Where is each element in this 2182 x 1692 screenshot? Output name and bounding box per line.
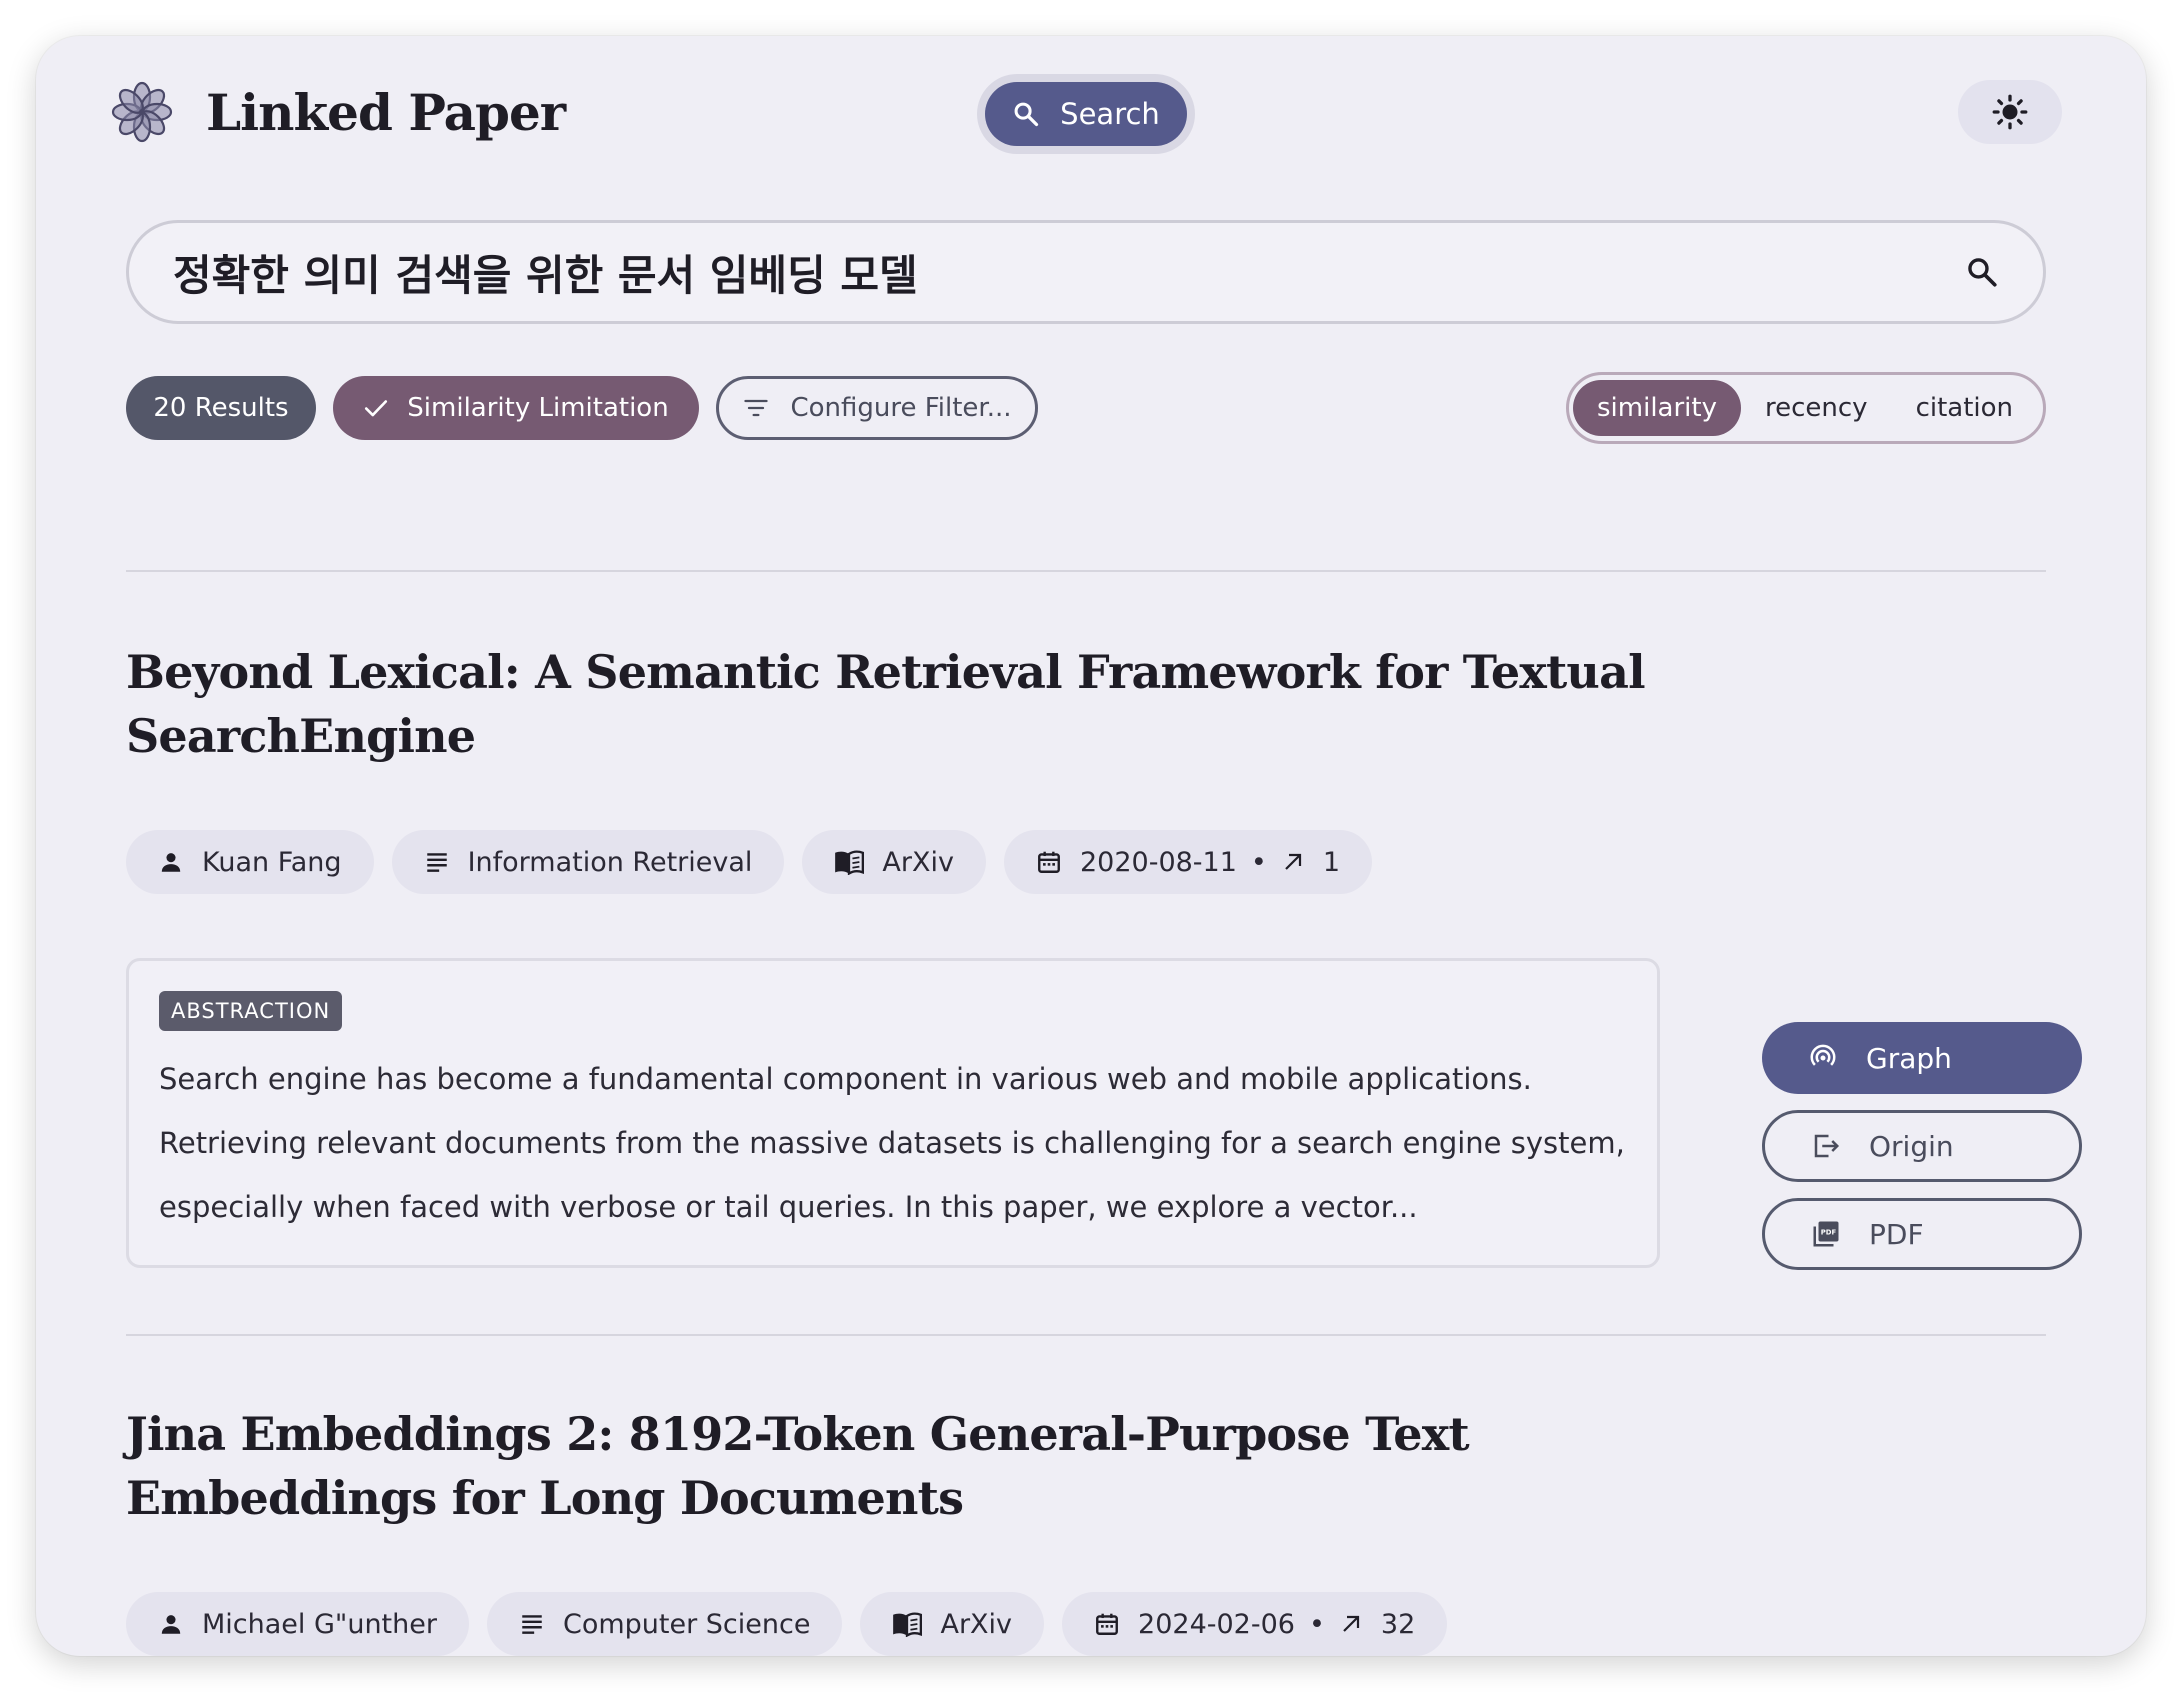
query-search-bar (126, 220, 2046, 324)
sort-toggle-group: similarity recency citation (1566, 372, 2046, 444)
graph-icon (1808, 1043, 1838, 1073)
book-icon (834, 849, 865, 875)
citation-count: 32 (1380, 1608, 1416, 1640)
book-icon (892, 1611, 923, 1637)
citation-count: 1 (1322, 846, 1341, 878)
field-name: Computer Science (562, 1608, 811, 1640)
search-icon[interactable] (1965, 255, 1999, 289)
divider (126, 1334, 2046, 1336)
query-input[interactable] (173, 247, 1965, 297)
check-icon (363, 395, 389, 421)
author-chip[interactable]: Michael G"unther (126, 1592, 469, 1656)
top-search-label: Search (1060, 97, 1160, 131)
date-citation-chip: 2024-02-06 • 32 (1062, 1592, 1448, 1656)
person-icon (158, 849, 184, 875)
origin-label: Origin (1869, 1129, 1954, 1163)
app-title: Linked Paper (206, 83, 566, 142)
origin-button[interactable]: Origin (1762, 1110, 2082, 1182)
open-external-icon (1811, 1131, 1841, 1161)
person-icon (158, 1611, 184, 1637)
sun-icon (1992, 94, 2028, 130)
sort-option-similarity[interactable]: similarity (1573, 380, 1741, 436)
paper-meta-row: Kuan Fang Information Retrieval ArXiv 20… (126, 830, 1373, 894)
paper-meta-row: Michael G"unther Computer Science ArXiv … (126, 1592, 1448, 1656)
svg-text:PDF: PDF (1821, 1229, 1837, 1237)
filter-icon (742, 394, 770, 422)
logo-icon (110, 80, 174, 144)
paper-title[interactable]: Beyond Lexical: A Semantic Retrieval Fra… (126, 640, 1686, 768)
abstract-box: ABSTRACTION Search engine has become a f… (126, 958, 1660, 1268)
calendar-icon (1036, 849, 1062, 875)
lines-icon (519, 1611, 545, 1637)
abstract-text: Search engine has become a fundamental c… (159, 1062, 1625, 1224)
lines-icon (424, 849, 450, 875)
author-chip[interactable]: Kuan Fang (126, 830, 374, 894)
field-chip[interactable]: Computer Science (486, 1592, 843, 1656)
field-name: Information Retrieval (467, 846, 753, 878)
results-count-chip: 20 Results (126, 376, 316, 440)
calendar-icon (1094, 1611, 1120, 1637)
pdf-button[interactable]: PDF PDF (1762, 1198, 2082, 1270)
date-citation-chip: 2020-08-11 • 1 (1003, 830, 1373, 894)
author-name: Kuan Fang (202, 846, 342, 878)
citation-arrow-icon (1281, 850, 1305, 874)
source-name: ArXiv (882, 846, 954, 878)
graph-label: Graph (1866, 1041, 1952, 1075)
theme-toggle-button[interactable] (1958, 80, 2062, 144)
abstract-badge: ABSTRACTION (159, 991, 343, 1031)
graph-button[interactable]: Graph (1762, 1022, 2082, 1094)
sort-option-citation[interactable]: citation (1892, 380, 2037, 436)
source-name: ArXiv (940, 1608, 1013, 1640)
bullet-separator: • (1308, 1608, 1325, 1640)
publish-date: 2020-08-11 (1079, 846, 1237, 878)
similarity-limitation-label: Similarity Limitation (407, 393, 669, 423)
field-chip[interactable]: Information Retrieval (391, 830, 785, 894)
configure-filter-button[interactable]: Configure Filter... (716, 376, 1038, 440)
publish-date: 2024-02-06 (1138, 1608, 1295, 1640)
citation-arrow-icon (1339, 1612, 1363, 1636)
author-name: Michael G"unther (202, 1608, 437, 1640)
paper-title[interactable]: Jina Embeddings 2: 8192-Token General-Pu… (126, 1402, 1686, 1530)
bullet-separator: • (1250, 846, 1267, 878)
sort-option-recency[interactable]: recency (1741, 380, 1892, 436)
top-search-button[interactable]: Search (985, 82, 1187, 146)
divider (126, 570, 2046, 572)
pdf-icon: PDF (1811, 1219, 1841, 1249)
source-chip[interactable]: ArXiv (802, 830, 986, 894)
search-icon (1012, 100, 1040, 128)
configure-filter-label: Configure Filter... (790, 393, 1012, 423)
source-chip[interactable]: ArXiv (860, 1592, 1045, 1656)
app-window: Linked Paper Search 20 Result (36, 36, 2146, 1656)
similarity-limitation-chip[interactable]: Similarity Limitation (333, 376, 699, 440)
pdf-label: PDF (1869, 1217, 1924, 1251)
